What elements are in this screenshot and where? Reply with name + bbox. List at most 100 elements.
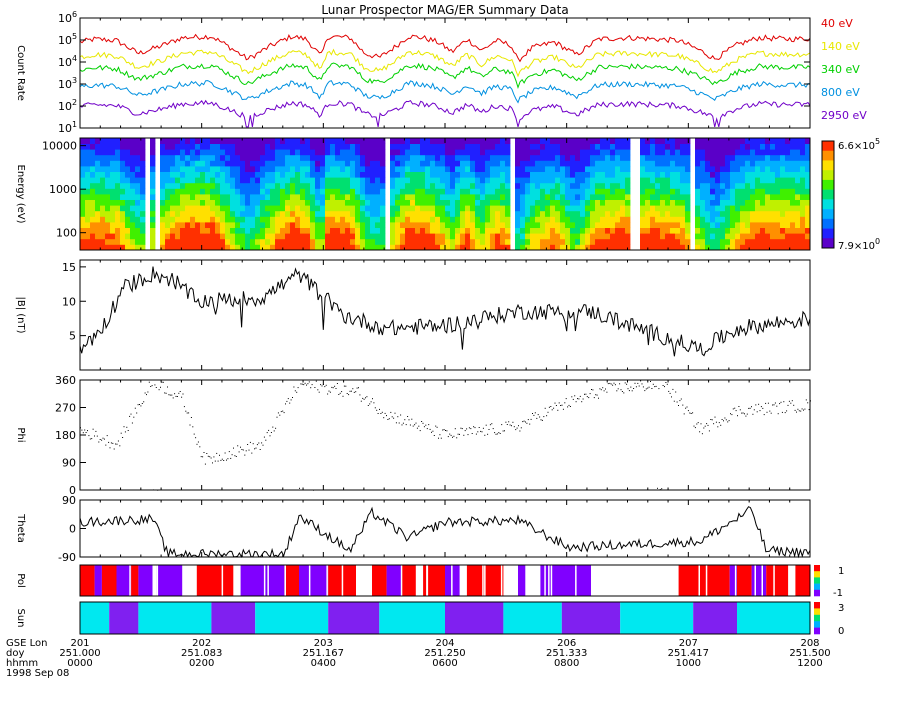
- phi-point: [84, 429, 86, 431]
- spectrogram-cell: [275, 177, 281, 184]
- spectrogram-cell: [655, 143, 661, 150]
- phi-point: [409, 424, 411, 426]
- spectrogram-cell: [120, 238, 126, 245]
- spectrogram-cell: [795, 199, 801, 206]
- spectrogram-cell: [95, 233, 101, 240]
- phi-point: [689, 412, 691, 414]
- spectrogram-cell: [410, 227, 416, 234]
- spectrogram-cell: [685, 149, 691, 156]
- spectrogram-cell: [800, 188, 806, 195]
- spectrogram-cell: [580, 171, 586, 178]
- spectrogram-cell: [675, 188, 681, 195]
- spectrogram-cell: [255, 210, 261, 217]
- spectrogram-cell: [765, 233, 771, 240]
- spectrogram-cell: [625, 182, 631, 189]
- phi-point: [614, 384, 616, 386]
- spectrogram-cell: [390, 149, 396, 156]
- spectrogram-cell: [200, 160, 206, 167]
- spectrogram-cell: [600, 227, 606, 234]
- spectrogram-cell: [395, 143, 401, 150]
- polarity-gap: [484, 565, 486, 596]
- phi-point: [619, 383, 621, 385]
- spectrogram-cell: [745, 166, 751, 172]
- spectrogram-cell: [730, 182, 736, 189]
- polarity-gap: [705, 565, 708, 596]
- spectrogram-cell: [760, 188, 766, 195]
- phi-point: [680, 398, 682, 400]
- phi-point: [732, 408, 734, 410]
- spectrogram-cell: [175, 210, 181, 217]
- spectrogram-cell: [640, 166, 646, 172]
- spectrogram-cell: [85, 222, 91, 228]
- spectrogram-cell: [245, 222, 251, 228]
- spectrogram-cell: [200, 188, 206, 195]
- phi-point: [512, 421, 514, 423]
- spectrogram-cell: [410, 194, 416, 200]
- spectrogram-cell: [195, 154, 201, 161]
- spectrogram-cell: [380, 205, 386, 212]
- spectrogram-cell: [620, 171, 626, 178]
- y-tick-label: 15: [62, 261, 76, 274]
- spectrogram-cell: [545, 143, 551, 150]
- phi-point: [482, 427, 484, 429]
- spectrogram-cell: [220, 149, 226, 156]
- spectrogram-cell: [255, 138, 261, 144]
- spectrogram-cell: [350, 154, 356, 161]
- spectrogram-cell: [210, 138, 216, 144]
- x-tick-hhmm: 0800: [554, 658, 579, 669]
- spectrogram-cell: [470, 194, 476, 200]
- spectrogram-cell: [140, 205, 146, 212]
- spectrogram-cell: [785, 216, 791, 223]
- phi-point: [244, 454, 246, 456]
- spectrogram-cell: [590, 166, 596, 172]
- spectrogram-cell: [265, 138, 271, 144]
- spectrogram-cell: [90, 143, 96, 150]
- spectrogram-cell: [160, 205, 166, 212]
- phi-point: [423, 426, 425, 428]
- spectrogram-cell: [560, 177, 566, 184]
- spectrogram-cell: [490, 199, 496, 206]
- spectrogram-cell: [275, 154, 281, 161]
- spectrogram-cell: [195, 143, 201, 150]
- spectrogram-cell: [380, 199, 386, 206]
- spectrogram-cell: [605, 166, 611, 172]
- spectrogram-cell: [185, 160, 191, 167]
- spectrogram-cell: [440, 182, 446, 189]
- spectrogram-cell: [590, 149, 596, 156]
- phi-point: [797, 408, 799, 410]
- spectrogram-cell: [125, 149, 131, 156]
- spectrogram-cell: [435, 143, 441, 150]
- spectrogram-cell: [405, 210, 411, 217]
- spectrogram-cell: [475, 149, 481, 156]
- spectrogram-cell: [425, 222, 431, 228]
- phi-point: [742, 412, 744, 414]
- spectrogram-cell: [150, 166, 156, 172]
- spectrogram-cell: [775, 160, 781, 167]
- spectrogram-cell: [640, 216, 646, 223]
- phi-point: [442, 429, 444, 431]
- phi-point: [744, 413, 745, 415]
- phi-point: [443, 429, 445, 431]
- spectrogram-cell: [500, 154, 506, 161]
- spectrogram-cell: [195, 166, 201, 172]
- spectrogram-cell: [770, 154, 776, 161]
- spectrogram-cell: [395, 166, 401, 172]
- spectrogram-cell: [425, 143, 431, 150]
- spectrogram-cell: [240, 233, 246, 240]
- spectrogram-cell: [600, 166, 606, 172]
- spectrogram-cell: [755, 199, 761, 206]
- phi-point: [706, 423, 708, 425]
- spectrogram-cell: [360, 227, 366, 234]
- spectrogram-cell: [140, 188, 146, 195]
- spectrogram-cell: [205, 222, 211, 228]
- spectrogram-cell: [475, 154, 481, 161]
- phi-point: [370, 401, 372, 403]
- spectrogram-cell: [185, 222, 191, 228]
- spectrogram-cell: [320, 177, 326, 184]
- spectrogram-cell: [180, 143, 186, 150]
- spectrogram-cell: [615, 154, 621, 161]
- spectrogram-cell: [175, 194, 181, 200]
- spectrogram-cell: [175, 188, 181, 195]
- spectrogram-cell: [800, 233, 806, 240]
- phi-point: [665, 382, 667, 383]
